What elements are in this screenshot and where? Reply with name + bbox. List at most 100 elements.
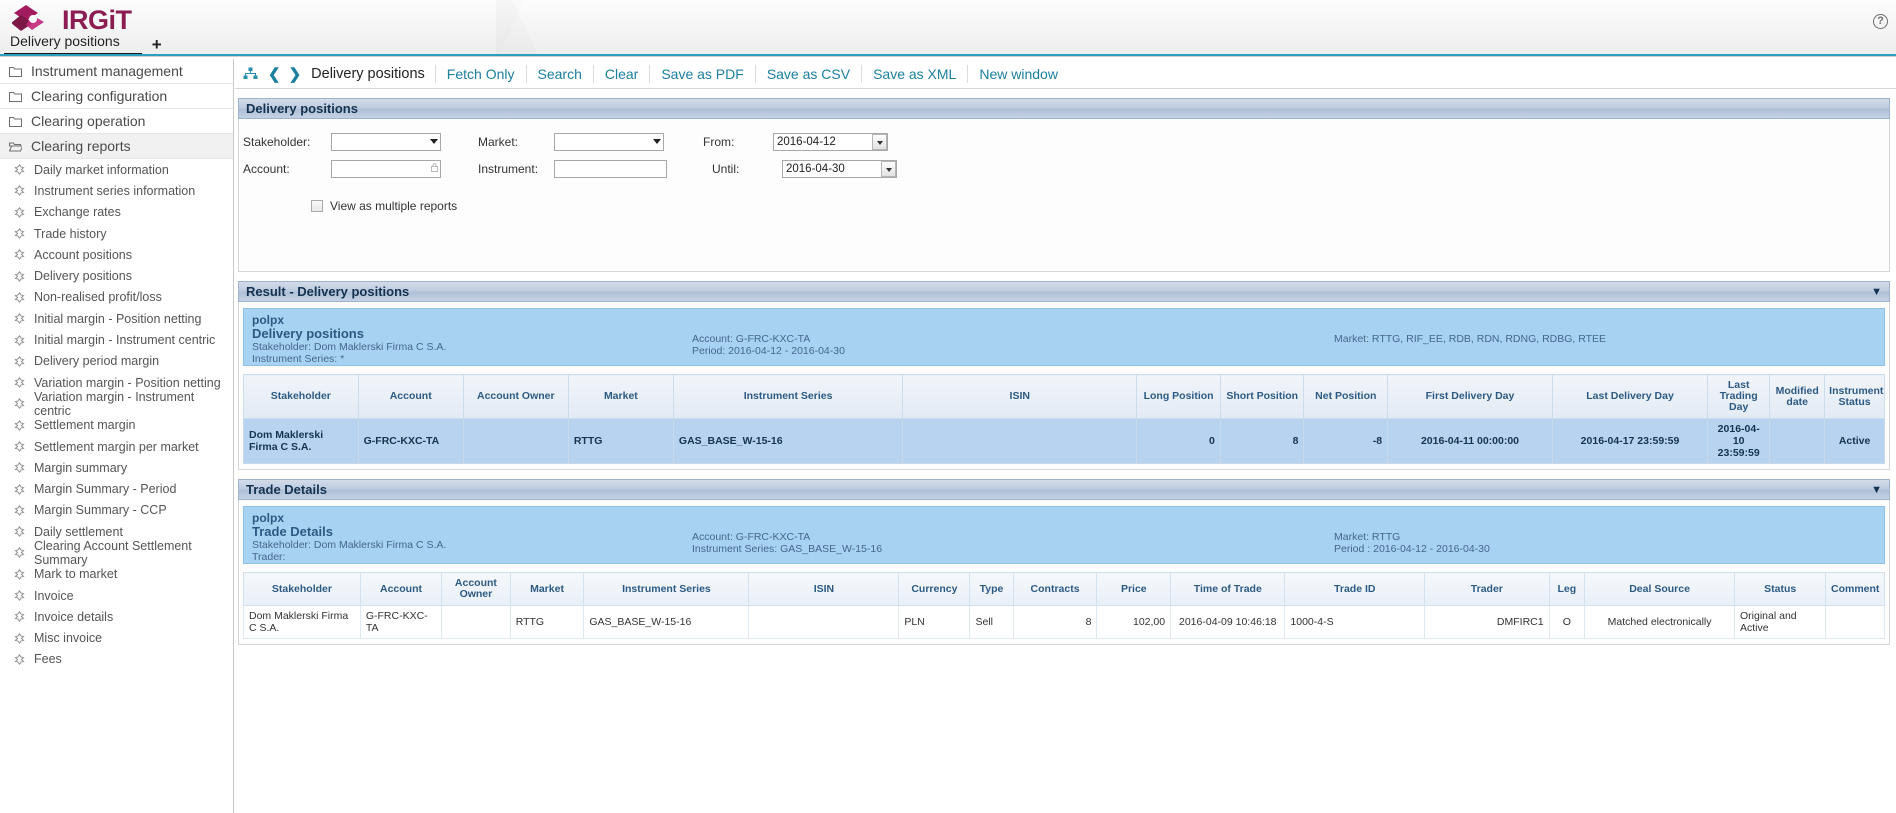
until-date-input[interactable]	[782, 159, 897, 178]
sidebar-group-label: Clearing configuration	[31, 88, 168, 104]
sidebar-group-clearing-configuration[interactable]: Clearing configuration	[0, 84, 233, 109]
from-date-input[interactable]	[773, 132, 888, 151]
save-as-pdf-link[interactable]: Save as PDF	[649, 64, 754, 83]
tcol-account[interactable]: Account	[359, 572, 443, 606]
col-short-position[interactable]: Short Position	[1219, 374, 1305, 419]
tab-delivery-positions[interactable]: Delivery positions	[4, 31, 142, 56]
main-content: ❮ ❯ Delivery positions Fetch Only Search…	[235, 59, 1896, 813]
diamond-icon	[14, 164, 25, 176]
search-panel-header: Delivery positions	[238, 98, 1890, 119]
col-long-position[interactable]: Long Position	[1136, 374, 1221, 419]
tcol-type[interactable]: Type	[969, 572, 1014, 606]
account-input[interactable]	[331, 159, 441, 178]
sidebar-item-non-realised-profit-loss[interactable]: Non-realised profit/loss	[0, 287, 233, 308]
col-instrument-status[interactable]: Instrument Status	[1824, 374, 1885, 419]
sidebar-item-misc-invoice[interactable]: Misc invoice	[0, 628, 233, 649]
tcol-trade-id[interactable]: Trade ID	[1284, 572, 1426, 606]
tcol-deal-source[interactable]: Deal Source	[1584, 572, 1735, 606]
cell-short-position: 8	[1219, 418, 1305, 464]
stakeholder-select[interactable]	[331, 132, 441, 151]
col-account-owner[interactable]: Account Owner	[462, 374, 569, 419]
col-last-trading-day[interactable]: Last Trading Day	[1707, 374, 1771, 419]
fetch-only-link[interactable]: Fetch Only	[434, 64, 526, 83]
search-link[interactable]: Search	[525, 64, 593, 83]
sidebar-group-instrument-management[interactable]: Instrument management	[0, 59, 233, 84]
sidebar-item-initial-margin-position-netting[interactable]: Initial margin - Position netting	[0, 308, 233, 329]
sidebar-group-label: Clearing reports	[31, 138, 131, 154]
sidebar-item-clearing-account-settlement-summary[interactable]: Clearing Account Settlement Summary	[0, 539, 233, 567]
tcol-isin[interactable]: ISIN	[748, 572, 900, 606]
sidebar-item-trade-history[interactable]: Trade history	[0, 223, 233, 244]
col-last-delivery-day[interactable]: Last Delivery Day	[1551, 374, 1709, 419]
until-date-picker-button[interactable]	[881, 160, 896, 177]
col-account[interactable]: Account	[357, 374, 464, 419]
sidebar-item-invoice-details[interactable]: Invoice details	[0, 606, 233, 627]
chevron-left-icon[interactable]: ❮	[264, 65, 285, 83]
sidebar-item-account-positions[interactable]: Account positions	[0, 244, 233, 265]
tcol-contracts[interactable]: Contracts	[1012, 572, 1098, 606]
top-bar: IRGiT Delivery positions + ?	[0, 0, 1896, 57]
diamond-icon	[14, 206, 25, 218]
tcol-comment[interactable]: Comment	[1825, 572, 1885, 606]
trade-details-panel: Trade Details ▼ polpx Trade Details Stak…	[238, 479, 1890, 645]
diamond-icon	[14, 632, 25, 644]
col-isin[interactable]: ISIN	[902, 374, 1138, 419]
tcol-account-owner[interactable]: Account Owner	[441, 572, 511, 606]
view-as-multiple-reports-label[interactable]: View as multiple reports	[330, 199, 457, 213]
col-market[interactable]: Market	[567, 374, 674, 419]
trade-report-trader: Trader:	[252, 551, 286, 563]
table-row[interactable]: Dom Maklerski Firma C S.A. G-FRC-KXC-TA …	[243, 418, 1885, 464]
sidebar-item-initial-margin-instrument-centric[interactable]: Initial margin - Instrument centric	[0, 329, 233, 350]
sidebar-item-invoice[interactable]: Invoice	[0, 585, 233, 606]
new-window-link[interactable]: New window	[967, 64, 1069, 83]
trade-report-account: Account: G-FRC-KXC-TA	[692, 531, 811, 543]
sidebar-item-margin-summary[interactable]: Margin summary	[0, 457, 233, 478]
sidebar-item-label: Trade history	[34, 226, 107, 241]
trade-collapse-icon[interactable]: ▼	[1871, 484, 1882, 496]
col-net-position[interactable]: Net Position	[1303, 374, 1389, 419]
sidebar-item-daily-market-information[interactable]: Daily market information	[0, 159, 233, 180]
tcol-status[interactable]: Status	[1733, 572, 1827, 606]
sidebar-item-settlement-margin-per-market[interactable]: Settlement margin per market	[0, 436, 233, 457]
sidebar-item-variation-margin-instrument-centric[interactable]: Variation margin - Instrument centric	[0, 390, 233, 418]
tcol-currency[interactable]: Currency	[898, 572, 971, 606]
save-as-csv-link[interactable]: Save as CSV	[754, 64, 861, 83]
sidebar-group-label: Clearing operation	[31, 113, 146, 129]
view-as-multiple-reports-checkbox[interactable]	[311, 200, 323, 212]
tcol-price[interactable]: Price	[1096, 572, 1172, 606]
sidebar-item-delivery-positions[interactable]: Delivery positions	[0, 265, 233, 286]
tcell-market: RTTG	[509, 605, 585, 639]
sidebar-item-instrument-series-information[interactable]: Instrument series information	[0, 180, 233, 201]
sidebar-group-clearing-reports[interactable]: Clearing reports	[0, 134, 233, 159]
chevron-right-icon[interactable]: ❯	[285, 65, 306, 83]
sidebar-item-delivery-period-margin[interactable]: Delivery period margin	[0, 351, 233, 372]
help-circle-icon[interactable]: ?	[1873, 14, 1888, 29]
tcol-stakeholder[interactable]: Stakeholder	[243, 572, 361, 606]
col-first-delivery-day[interactable]: First Delivery Day	[1387, 374, 1553, 419]
sidebar-item-margin-summary-period[interactable]: Margin Summary - Period	[0, 478, 233, 499]
instrument-input[interactable]	[554, 159, 667, 178]
tcol-time-of-trade[interactable]: Time of Trade	[1170, 572, 1286, 606]
sidebar-item-margin-summary-ccp[interactable]: Margin Summary - CCP	[0, 500, 233, 521]
tcol-market[interactable]: Market	[509, 572, 585, 606]
tcell-trade-id: 1000-4-S	[1284, 605, 1426, 639]
tcol-leg[interactable]: Leg	[1548, 572, 1586, 606]
market-select[interactable]	[554, 132, 664, 151]
from-date-picker-button[interactable]	[872, 133, 887, 150]
sidebar-group-clearing-operation[interactable]: Clearing operation	[0, 109, 233, 134]
col-instrument-series[interactable]: Instrument Series	[672, 374, 904, 419]
tcol-instrument-series[interactable]: Instrument Series	[583, 572, 750, 606]
sidebar-item-exchange-rates[interactable]: Exchange rates	[0, 202, 233, 223]
clear-link[interactable]: Clear	[592, 64, 649, 83]
cell-modified-date	[1769, 418, 1826, 464]
sidebar-item-fees[interactable]: Fees	[0, 649, 233, 670]
lock-icon	[431, 162, 438, 172]
sitemap-icon[interactable]	[243, 67, 258, 80]
tcol-trader[interactable]: Trader	[1424, 572, 1550, 606]
add-tab-button[interactable]: +	[142, 36, 172, 56]
table-row[interactable]: Dom Maklerski Firma C S.A. G-FRC-KXC-TA …	[243, 605, 1885, 639]
result-collapse-icon[interactable]: ▼	[1871, 286, 1882, 298]
save-as-xml-link[interactable]: Save as XML	[861, 64, 967, 83]
col-stakeholder[interactable]: Stakeholder	[243, 374, 359, 419]
col-modified-date[interactable]: Modified date	[1769, 374, 1826, 419]
